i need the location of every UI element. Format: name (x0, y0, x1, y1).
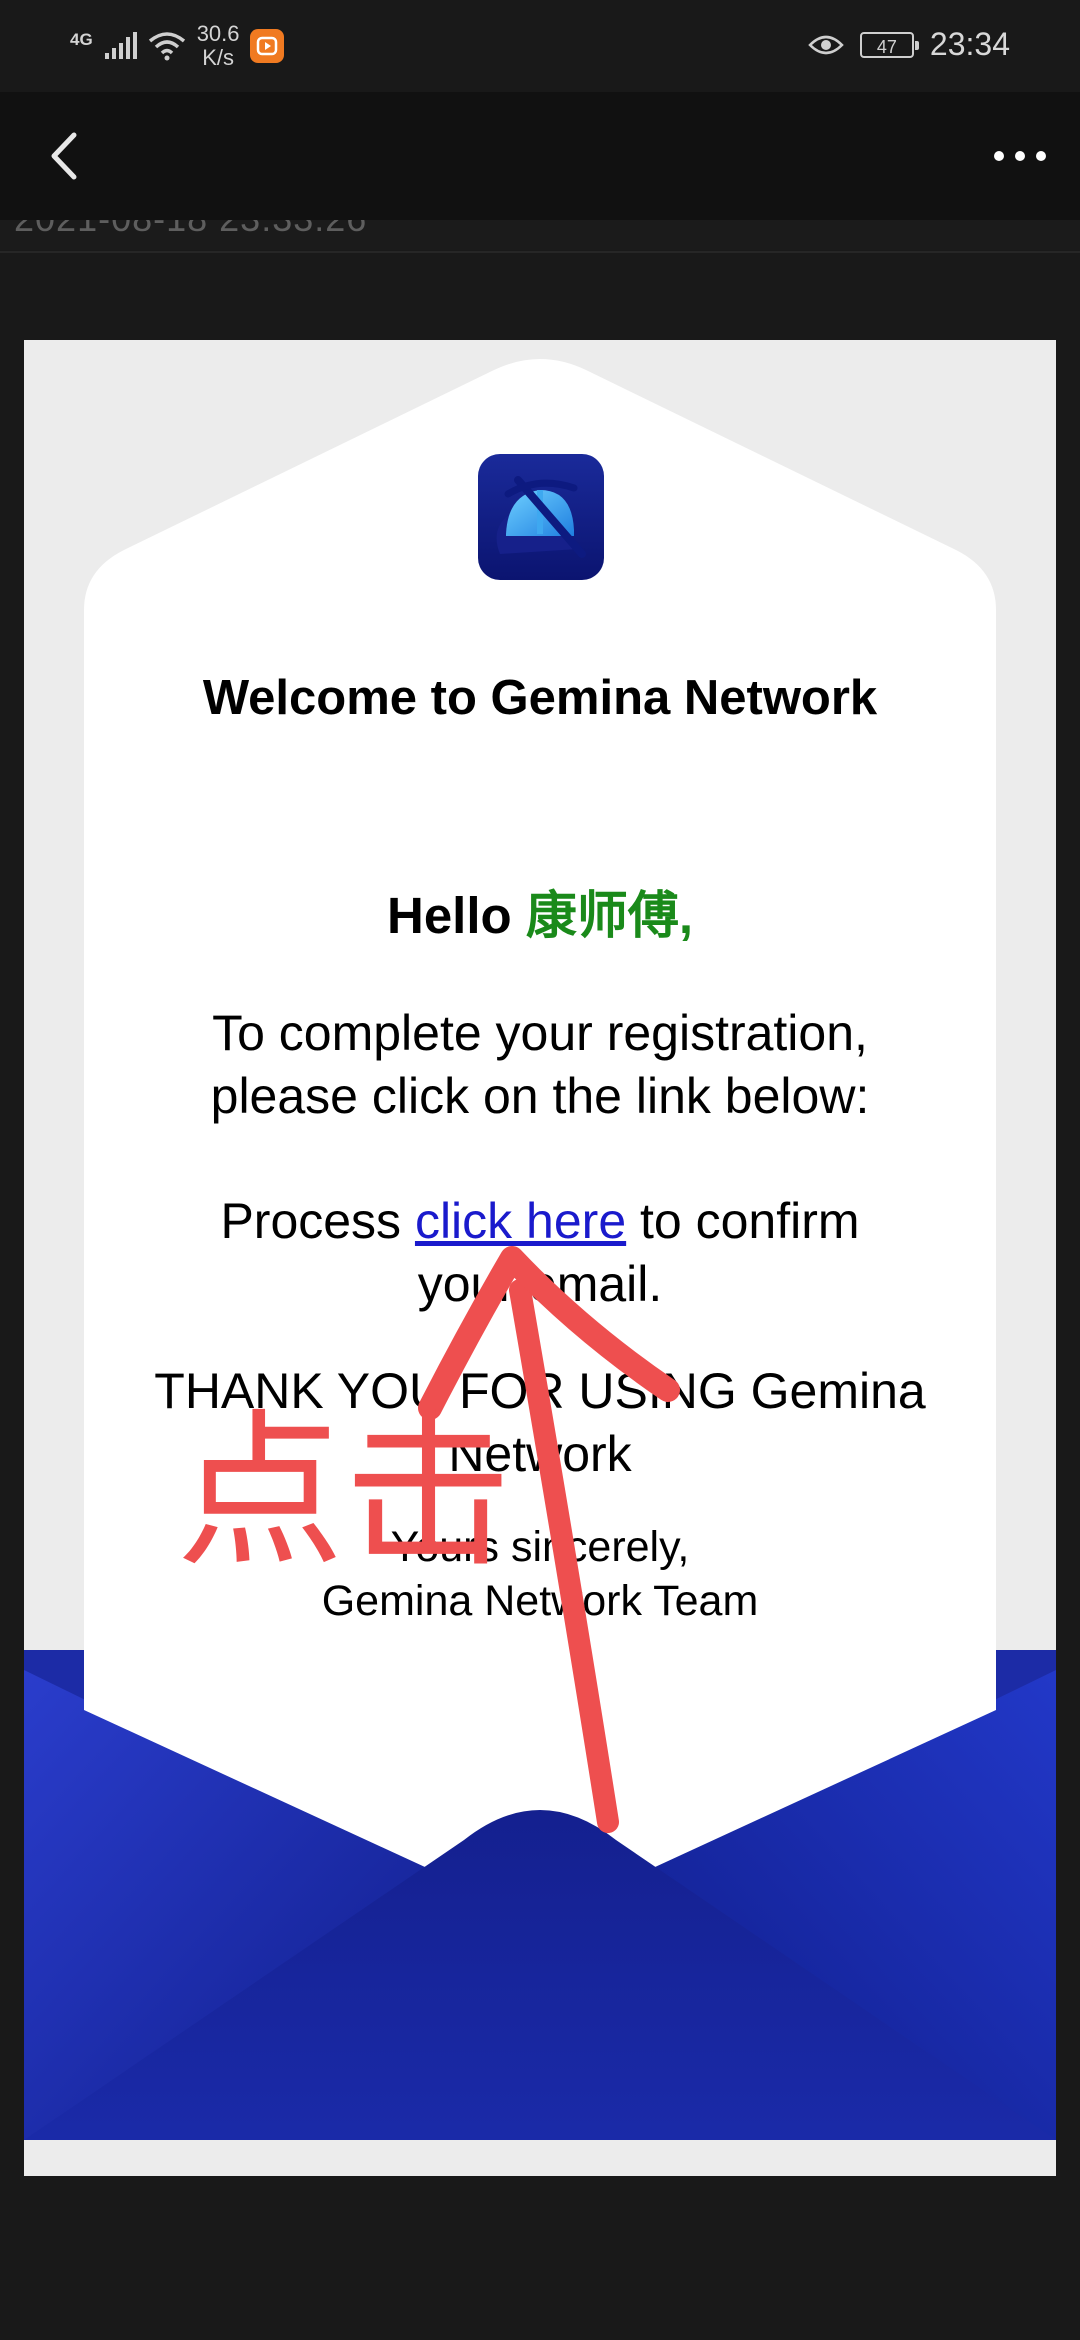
status-left: 4G 30.6 K/s (70, 22, 284, 70)
app-header (0, 92, 1080, 220)
signature-line-1: Yours sincerely, (390, 1523, 690, 1571)
signature-line-2: Gemina Network Team (321, 1577, 759, 1625)
instruction-line-1: To complete your registration, (212, 1005, 868, 1061)
status-bar: 4G 30.6 K/s 47 23:34 (0, 0, 1080, 92)
confirm-paragraph: Process click here to confirm your email… (144, 1190, 936, 1316)
greeting-prefix: Hello (386, 887, 526, 944)
back-button[interactable] (28, 120, 100, 192)
chevron-left-icon (51, 132, 77, 180)
speed-unit: K/s (202, 45, 234, 70)
battery-icon: 47 (859, 31, 919, 58)
process-prefix: Process (220, 1193, 415, 1249)
email-body: Welcome to Gemina Network Hello 康师傅, To … (24, 340, 1056, 2176)
eye-comfort-icon (808, 35, 844, 54)
more-dots-icon (994, 151, 1046, 161)
speed-value: 30.6 (196, 21, 240, 46)
greeting: Hello 康师傅, (144, 874, 936, 948)
email-title: Welcome to Gemina Network (202, 671, 878, 725)
signature: Yours sincerely, Gemina Network Team (144, 1520, 936, 1628)
network-speed: 30.6 K/s (197, 22, 240, 70)
confirm-email-link[interactable]: click here (415, 1193, 626, 1249)
instruction-line-2: please click on the link below: (210, 1068, 870, 1124)
wifi-icon (148, 32, 185, 61)
status-right: 47 23:34 (808, 26, 1010, 63)
clock: 23:34 (929, 26, 1010, 62)
thanks-line-1: THANK YOU FOR USING Gemina (154, 1363, 926, 1419)
thanks-paragraph: THANK YOU FOR USING Gemina Network (114, 1360, 966, 1486)
instruction-paragraph: To complete your registration, please cl… (144, 1002, 936, 1128)
thanks-line-2: Network (448, 1426, 632, 1482)
message-timestamp: 2021-08-18 23:33:26 (14, 220, 367, 240)
confirm-line-2: your email. (417, 1256, 663, 1312)
confirm-line-1: Process click here to confirm (144, 1190, 936, 1253)
recipient-name: 康师傅, (525, 887, 694, 944)
gemina-logo (478, 454, 604, 580)
signal-icon (104, 32, 137, 59)
video-app-icon (249, 29, 284, 63)
process-suffix: to confirm (626, 1193, 860, 1249)
network-type: 4G (70, 29, 93, 49)
divider (0, 251, 1080, 253)
more-options-button[interactable] (980, 120, 1060, 192)
message-timestamp-strip: 2021-08-18 23:33:26 (0, 220, 1080, 250)
